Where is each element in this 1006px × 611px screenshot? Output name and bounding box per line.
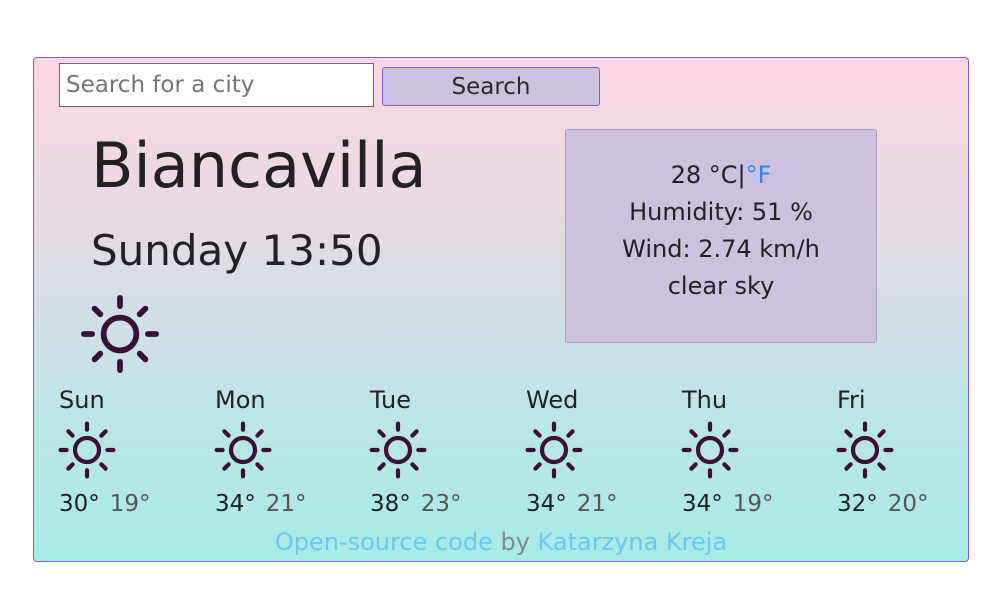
temperature-value: 28 xyxy=(670,161,702,189)
forecast-max-temp: 32° xyxy=(837,491,878,517)
sun-icon xyxy=(525,421,583,479)
celsius-unit[interactable]: °C xyxy=(709,161,738,189)
author-link[interactable]: Katarzyna Kreja xyxy=(538,528,728,556)
forecast-max-temp: 38° xyxy=(370,491,411,517)
sun-icon xyxy=(58,421,116,479)
forecast-temps: 32° 20° xyxy=(837,488,929,520)
footer-credits: Open-source code by Katarzyna Kreja xyxy=(34,525,968,559)
open-source-code-link[interactable]: Open-source code xyxy=(275,528,493,556)
forecast-max-temp: 34° xyxy=(682,491,723,517)
sun-icon xyxy=(214,421,272,479)
forecast-temps: 34° 21° xyxy=(526,488,618,520)
forecast-temps: 30° 19° xyxy=(59,488,151,520)
wind-text: Wind: 2.74 km/h xyxy=(622,235,820,263)
sun-icon xyxy=(836,421,894,479)
footer-by-text: by xyxy=(500,528,530,556)
weather-card: Search Biancavilla Sunday 13:50 28 °C|°F… xyxy=(33,57,969,562)
sun-icon xyxy=(81,295,159,373)
forecast-day-name: Wed xyxy=(526,386,579,414)
city-search-input[interactable] xyxy=(59,63,374,107)
forecast-min-temp: 19° xyxy=(109,491,151,517)
forecast-min-temp: 19° xyxy=(732,491,774,517)
forecast-day-name: Mon xyxy=(215,386,266,414)
forecast-min-temp: 21° xyxy=(576,491,618,517)
fahrenheit-link[interactable]: °F xyxy=(746,161,772,189)
humidity-text: Humidity: 51 % xyxy=(629,198,813,226)
forecast-max-temp: 30° xyxy=(59,491,100,517)
weather-details-panel: 28 °C|°F Humidity: 51 % Wind: 2.74 km/h … xyxy=(565,129,877,343)
forecast-day-name: Sun xyxy=(59,386,105,414)
current-datetime: Sunday 13:50 xyxy=(91,226,383,275)
forecast-day-name: Thu xyxy=(682,386,728,414)
sun-icon xyxy=(681,421,739,479)
forecast-max-temp: 34° xyxy=(526,491,567,517)
forecast-min-temp: 23° xyxy=(420,491,462,517)
forecast-min-temp: 21° xyxy=(265,491,307,517)
forecast-day-name: Fri xyxy=(837,386,866,414)
city-name: Biancavilla xyxy=(91,129,427,202)
forecast-max-temp: 34° xyxy=(215,491,256,517)
forecast-temps: 34° 19° xyxy=(682,488,774,520)
search-button[interactable]: Search xyxy=(382,67,600,106)
forecast-min-temp: 20° xyxy=(887,491,929,517)
temperature-line: 28 °C|°F xyxy=(566,157,876,194)
forecast-day-name: Tue xyxy=(370,386,411,414)
forecast-temps: 38° 23° xyxy=(370,488,462,520)
sun-icon xyxy=(369,421,427,479)
unit-separator: | xyxy=(737,161,746,189)
forecast-temps: 34° 21° xyxy=(215,488,307,520)
weather-description: clear sky xyxy=(667,272,775,300)
